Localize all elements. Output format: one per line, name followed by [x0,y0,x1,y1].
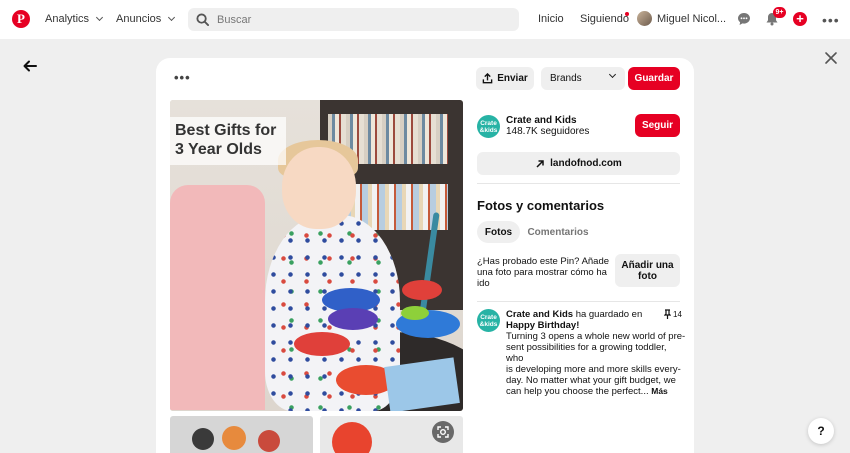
desc-line-2: sent possibilities for a growing toddler… [506,342,667,364]
top-nav-bar: P Analytics Anuncios Inicio Siguiendo Mi… [0,0,850,39]
analytics-label: Analytics [45,13,90,25]
avatar[interactable] [637,11,652,26]
board-select-value: Brands [550,73,582,84]
desc-line-1: Turning 3 opens a whole new world of pre… [506,331,686,342]
red-ring-3 [402,280,442,300]
share-icon [482,73,493,84]
visual-search-icon[interactable] [432,421,454,443]
add-photo-line-1: Añadir una [621,259,674,271]
pin-card: ••• Best Gifts for 3 Year Olds Enviar Br… [156,58,694,453]
red-hat-shape [332,422,372,453]
send-label: Enviar [497,73,528,84]
search-bar[interactable] [188,8,519,31]
send-button[interactable]: Enviar [476,67,534,90]
activity-logo-line-2: &kids [479,321,498,328]
save-count: 14 [664,309,682,319]
board-select[interactable]: Brands [541,67,625,90]
pinterest-logo-icon[interactable]: P [12,10,30,28]
creator-name[interactable]: Crate and Kids [506,115,577,126]
chat-icon[interactable] [737,12,751,26]
purple-ring [328,308,378,330]
desc-line-3: is developing more and more skills every… [506,364,681,375]
red-ring-1 [294,332,350,356]
pink-chair [170,185,265,410]
save-count-value: 14 [673,309,682,319]
creator-followers: 148.7K seguidores [506,126,590,137]
plus-icon[interactable]: + [793,12,807,26]
pin-icon [664,309,671,319]
chevron-down-icon [168,13,176,22]
chevron-down-icon [608,70,617,79]
external-link-icon [536,159,544,168]
related-image-1[interactable] [170,416,313,453]
toy-shape-3 [258,430,280,452]
save-button[interactable]: Guardar [628,67,680,90]
try-prompt: ¿Has probado este Pin? Añade una foto pa… [477,256,612,289]
divider [477,183,680,184]
desc-line-4: day. No matter what your gift budget, we [506,375,676,386]
activity-header: Crate and Kids ha guardado en Happy Birt… [506,309,656,331]
green-ring [401,306,429,320]
try-prompt-line-1: ¿Has probado este Pin? Añade [477,256,610,267]
image-title-line-2: 3 Year Olds [175,141,262,158]
more-options-icon[interactable]: ••• [174,70,191,85]
toy-shape-1 [192,428,214,450]
creator-logo[interactable]: Crate &kids [477,115,500,138]
add-photo-line-2: foto [638,270,657,282]
try-prompt-line-3: ido [477,278,490,289]
more-link[interactable]: Más [651,386,668,396]
chevron-down-icon [95,13,104,22]
website-link-button[interactable]: landofnod.com [477,152,680,175]
photos-comments-title: Fotos y comentarios [477,198,605,213]
following-dot [625,12,629,16]
ads-label: Anuncios [116,13,162,25]
home-link[interactable]: Inicio [538,13,564,25]
pin-image[interactable]: Best Gifts for 3 Year Olds [170,100,463,411]
activity-logo-line-1: Crate [480,314,497,321]
search-input[interactable] [217,13,497,26]
activity-board[interactable]: Happy Birthday! [506,320,656,331]
tab-comments[interactable]: Comentarios [524,221,592,243]
creator-logo-line-1: Crate [480,120,497,127]
activity-creator-name[interactable]: Crate and Kids [506,309,573,320]
search-icon [196,13,209,26]
analytics-menu[interactable]: Analytics [45,13,104,25]
activity-creator-logo[interactable]: Crate &kids [477,309,500,332]
activity-action: ha guardado en [575,309,643,320]
desc-line-5: can help you choose the perfect... [506,386,649,397]
image-title-line-1: Best Gifts for [175,122,277,139]
tab-photos[interactable]: Fotos [477,221,520,243]
notification-badge: 9+ [773,7,786,18]
toy-shape-2 [222,426,246,450]
image-title-overlay: Best Gifts for 3 Year Olds [170,117,286,165]
website-link-label: landofnod.com [550,158,622,169]
follow-button[interactable]: Seguir [635,114,680,137]
following-link[interactable]: Siguiendo [580,13,629,25]
more-icon[interactable]: ••• [822,12,840,28]
add-photo-button[interactable]: Añadir una foto [615,254,680,287]
child-head [282,147,356,229]
creator-logo-line-2: &kids [479,127,498,134]
user-name[interactable]: Miguel Nicol... [657,13,726,25]
back-arrow-icon[interactable] [22,58,38,74]
try-prompt-line-2: una foto para mostrar cómo ha [477,267,607,278]
divider [477,301,680,302]
puzzle-board [384,357,460,411]
help-button[interactable]: ? [808,418,834,444]
activity-description: Turning 3 opens a whole new world of pre… [506,331,686,397]
close-icon[interactable] [824,51,838,65]
ads-menu[interactable]: Anuncios [116,13,176,25]
